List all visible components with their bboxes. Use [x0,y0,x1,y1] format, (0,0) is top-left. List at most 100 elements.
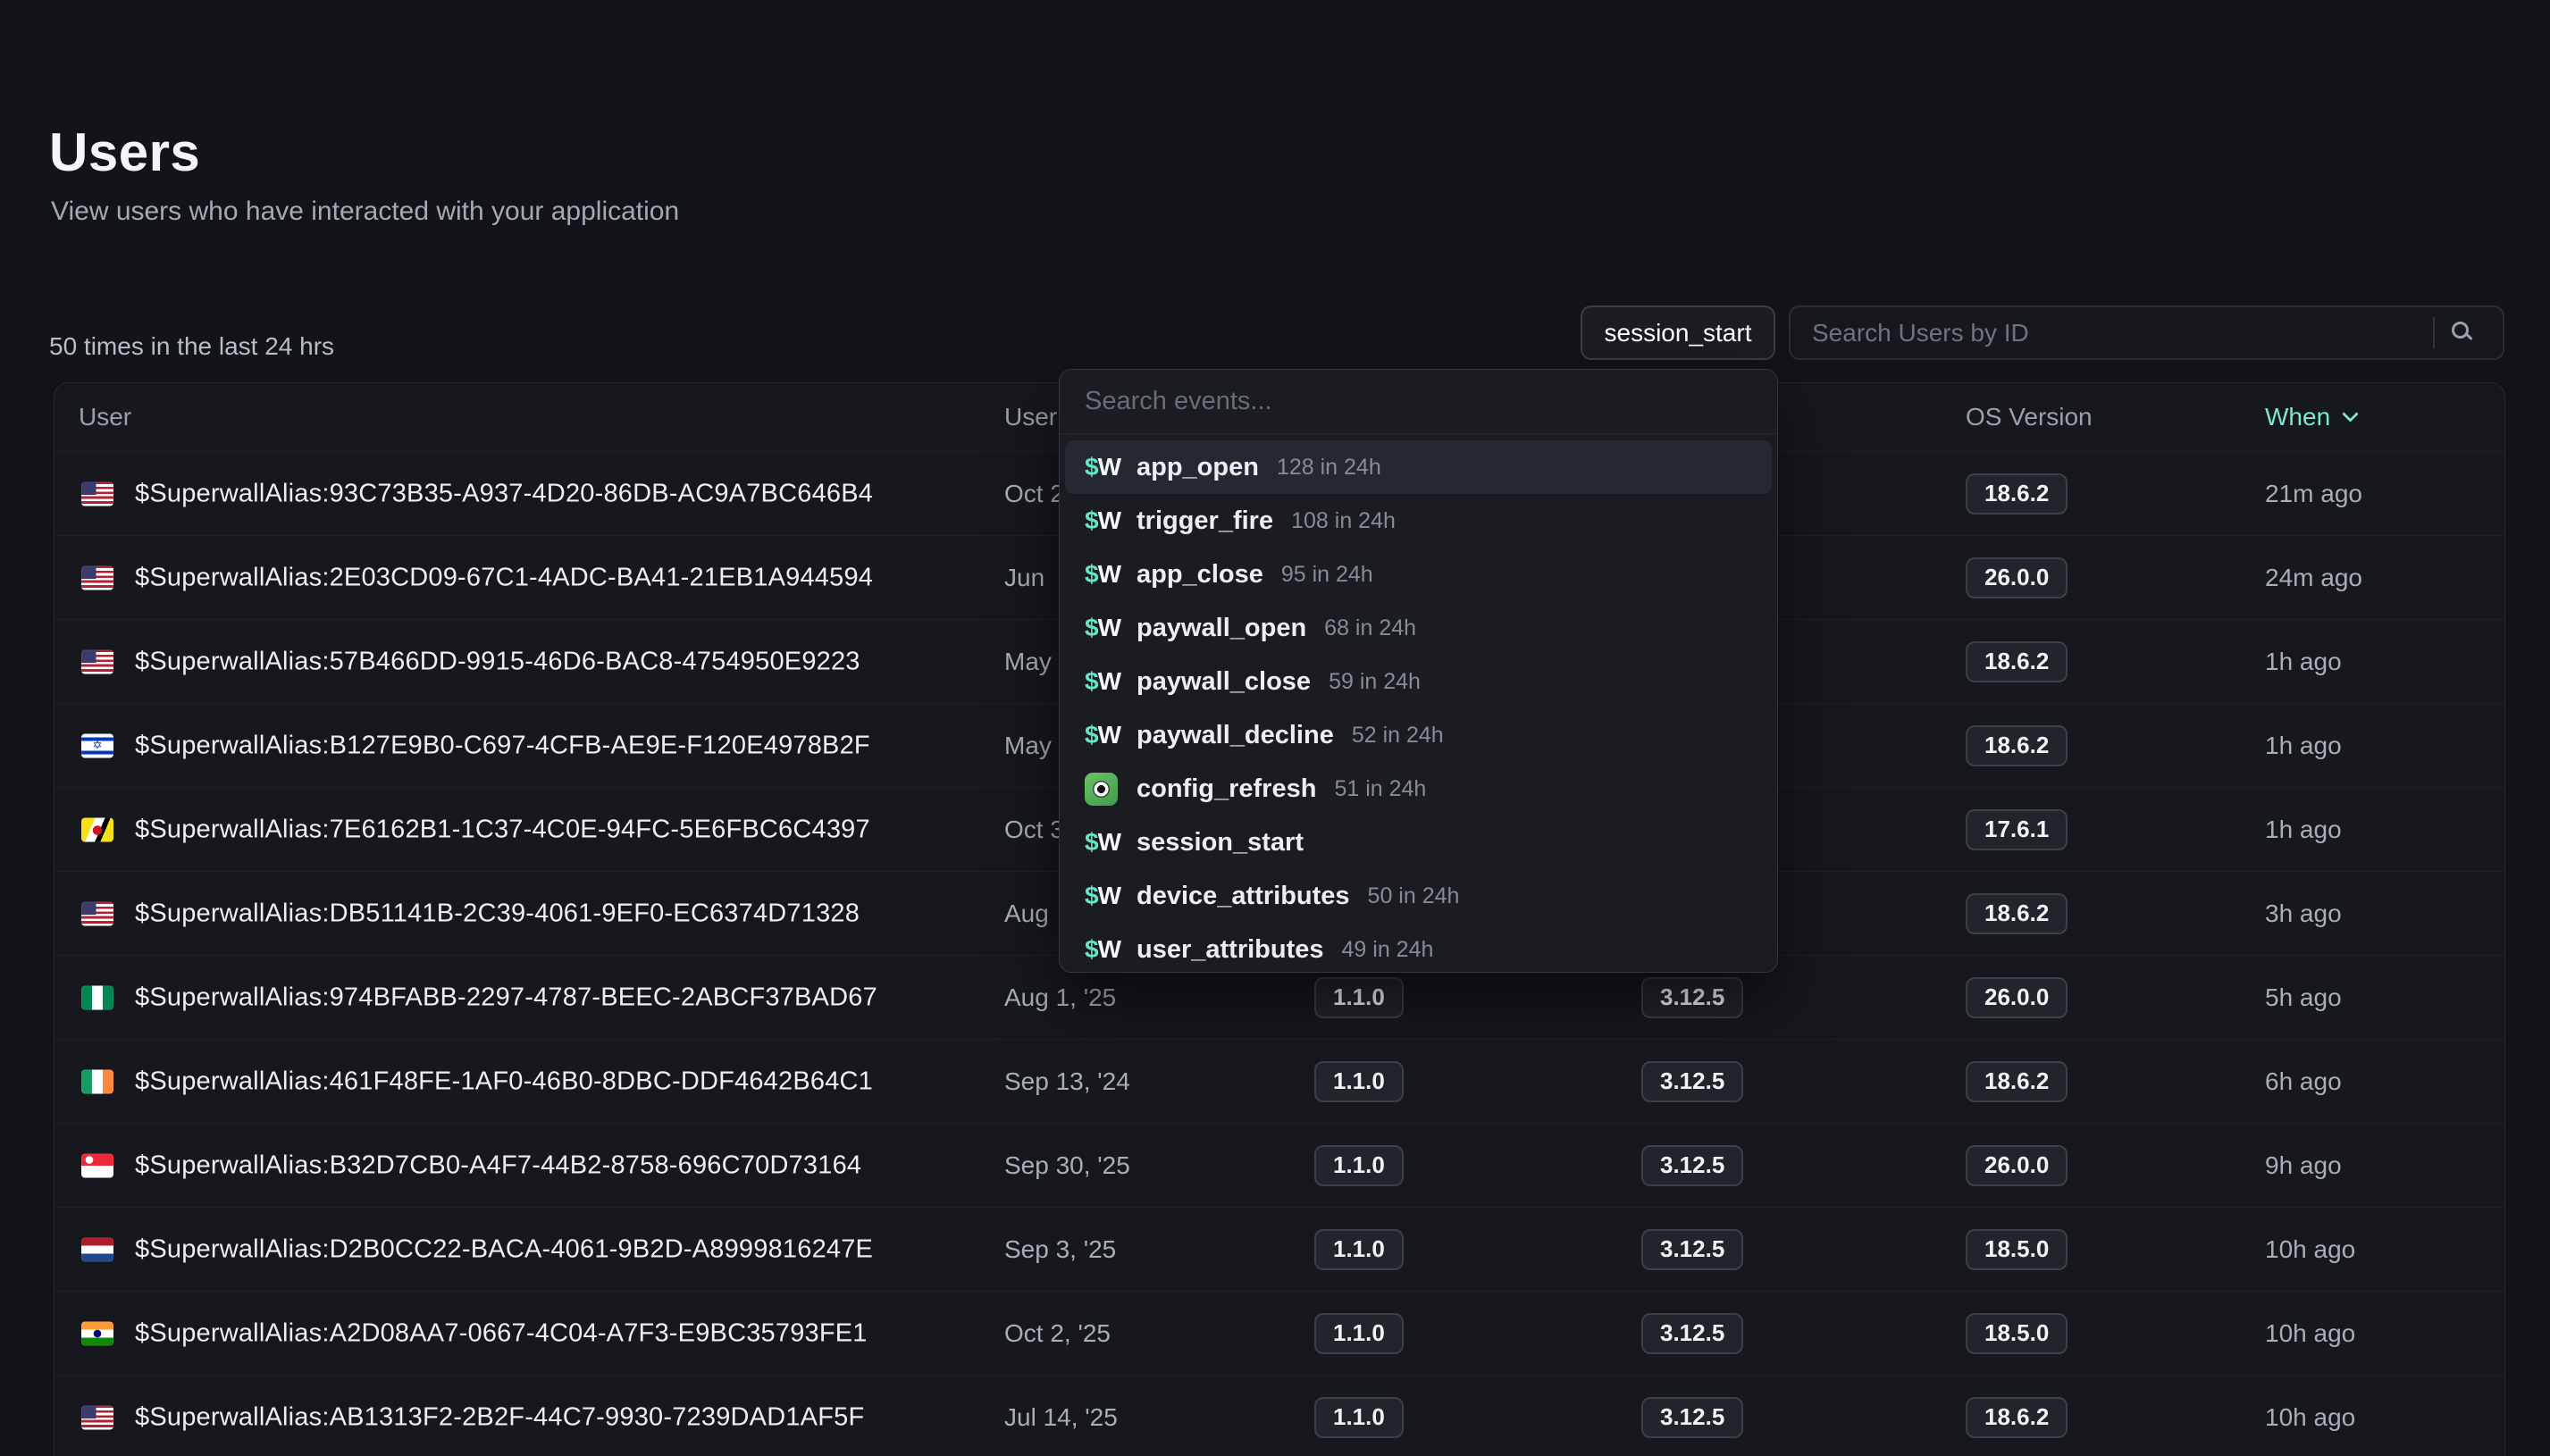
user-alias: $SuperwallAlias:DB51141B-2C39-4061-9EF0-… [135,899,860,928]
sdk-version-badge: 3.12.5 [1641,1145,1743,1186]
event-option-paywall_close[interactable]: $Wpaywall_close59 in 24h [1065,655,1772,708]
flag-il-icon: ✡ [81,733,113,757]
sdk-version-badge: 3.12.5 [1641,977,1743,1018]
event-option-user_attributes[interactable]: $Wuser_attributes 49 in 24h [1065,923,1772,973]
user-alias: $SuperwallAlias:57B466DD-9915-46D6-BAC8-… [135,647,860,676]
user-since-value: Oct 3 [1004,816,1064,844]
user-alias: $SuperwallAlias:AB1313F2-2B2F-44C7-9930-… [135,1402,864,1432]
user-alias: $SuperwallAlias:2E03CD09-67C1-4ADC-BA41-… [135,563,873,592]
page-subtitle: View users who have interacted with your… [51,197,679,227]
superwall-dollar-w-icon: $W [1085,560,1137,589]
stats-text: 50 times in the last 24 hrs [49,332,334,361]
sdk-version-badge: 3.12.5 [1641,1397,1743,1438]
flag-sg-icon [81,1153,113,1177]
user-search-box[interactable] [1789,305,2504,360]
table-row[interactable]: $SuperwallAlias:A2D08AA7-0667-4C04-A7F3-… [55,1291,2504,1375]
os-version-badge: 18.6.2 [1966,893,2068,934]
user-since-value: Sep 13, '24 [1004,1067,1130,1096]
event-option-count: 49 in 24h [1342,937,1434,963]
user-alias: $SuperwallAlias:A2D08AA7-0667-4C04-A7F3-… [135,1318,868,1348]
user-alias: $SuperwallAlias:461F48FE-1AF0-46B0-8DBC-… [135,1067,873,1096]
event-option-count: 59 in 24h [1329,669,1421,695]
event-option-config_refresh[interactable]: config_refresh51 in 24h [1065,762,1772,816]
events-search-input[interactable] [1085,387,1752,416]
event-option-count: 52 in 24h [1352,723,1444,749]
app-version-badge: 1.1.0 [1314,1397,1404,1438]
table-row[interactable]: $SuperwallAlias:461F48FE-1AF0-46B0-8DBC-… [55,1039,2504,1123]
sdk-version-badge: 3.12.5 [1641,1061,1743,1102]
event-option-count: 68 in 24h [1324,615,1416,641]
event-option-label: paywall_open [1137,614,1306,643]
when-value: 6h ago [2265,1067,2342,1096]
user-search-input[interactable] [1791,307,2503,358]
app-version-badge: 1.1.0 [1314,1145,1404,1186]
flag-us-icon [81,565,113,590]
event-option-label: user_attributes [1137,935,1324,965]
os-version-badge: 18.5.0 [1966,1229,2068,1270]
column-header-os-version: OS Version [1966,383,2093,451]
superwall-dollar-w-icon: $W [1085,614,1137,642]
events-dropdown: $Wapp_open128 in 24h$Wtrigger_fire108 in… [1059,369,1778,973]
event-option-device_attributes[interactable]: $Wdevice_attributes50 in 24h [1065,869,1772,923]
os-version-badge: 26.0.0 [1966,977,2068,1018]
superwall-dollar-w-icon: $W [1085,828,1137,857]
user-alias: $SuperwallAlias:974BFABB-2297-4787-BEEC-… [135,983,877,1012]
superwall-dollar-w-icon: $W [1085,506,1137,535]
user-since-value: Sep 30, '25 [1004,1151,1130,1180]
event-option-session_start[interactable]: $Wsession_start [1065,816,1772,869]
app-version-badge: 1.1.0 [1314,977,1404,1018]
user-since-value: May [1004,648,1052,676]
app-version-badge: 1.1.0 [1314,1061,1404,1102]
when-value: 10h ago [2265,1403,2355,1432]
user-since-value: Oct 2, '25 [1004,1319,1111,1348]
table-row[interactable]: $SuperwallAlias:AB1313F2-2B2F-44C7-9930-… [55,1375,2504,1456]
when-value: 1h ago [2265,732,2342,760]
events-list: $Wapp_open128 in 24h$Wtrigger_fire108 in… [1060,434,1777,973]
user-alias: $SuperwallAlias:7E6162B1-1C37-4C0E-94FC-… [135,815,870,844]
sdk-version-badge: 3.12.5 [1641,1313,1743,1354]
os-version-badge: 17.6.1 [1966,809,2068,850]
table-row[interactable]: $SuperwallAlias:B32D7CB0-A4F7-44B2-8758-… [55,1123,2504,1207]
event-option-trigger_fire[interactable]: $Wtrigger_fire108 in 24h [1065,494,1772,548]
sdk-version-badge: 3.12.5 [1641,1229,1743,1270]
os-version-badge: 18.6.2 [1966,641,2068,682]
column-header-user: User [79,383,131,451]
event-option-label: paywall_decline [1137,721,1334,750]
user-since-value: Sep 3, '25 [1004,1235,1116,1264]
event-option-app_close[interactable]: $Wapp_close 95 in 24h [1065,548,1772,601]
flag-us-icon [81,649,113,674]
os-version-badge: 18.5.0 [1966,1313,2068,1354]
magnifier-icon[interactable] [2452,322,2469,339]
user-since-value: Aug 1, '25 [1004,983,1116,1012]
when-value: 10h ago [2265,1235,2355,1264]
when-value: 24m ago [2265,564,2362,592]
os-version-badge: 18.6.2 [1966,473,2068,515]
when-value: 9h ago [2265,1151,2342,1180]
search-divider [2433,317,2435,348]
event-option-count: 95 in 24h [1281,562,1373,588]
user-since-value: Aug [1004,900,1049,928]
event-filter-button[interactable]: session_start [1581,305,1775,360]
flag-ie-icon [81,1069,113,1093]
app-version-badge: 1.1.0 [1314,1229,1404,1270]
os-version-badge: 18.6.2 [1966,1061,2068,1102]
column-header-when-sort[interactable]: When [2265,383,2356,451]
os-version-badge: 18.6.2 [1966,725,2068,766]
event-option-paywall_decline[interactable]: $Wpaywall_decline52 in 24h [1065,708,1772,762]
flag-nl-icon [81,1237,113,1261]
superwall-dollar-w-icon: $W [1085,453,1137,481]
os-version-badge: 18.6.2 [1966,1397,2068,1438]
event-option-label: app_close [1137,560,1263,590]
event-option-label: app_open [1137,453,1259,482]
event-option-paywall_open[interactable]: $Wpaywall_open 68 in 24h [1065,601,1772,655]
table-row[interactable]: $SuperwallAlias:D2B0CC22-BACA-4061-9B2D-… [55,1207,2504,1291]
superwall-dollar-w-icon: $W [1085,935,1137,964]
chevron-down-icon [2342,406,2358,422]
events-search-box[interactable] [1060,370,1777,434]
flag-bn-icon [81,817,113,841]
when-value: 21m ago [2265,480,2362,508]
event-option-app_open[interactable]: $Wapp_open128 in 24h [1065,440,1772,494]
os-version-badge: 26.0.0 [1966,557,2068,598]
when-label: When [2265,403,2330,431]
event-option-label: config_refresh [1137,774,1316,804]
